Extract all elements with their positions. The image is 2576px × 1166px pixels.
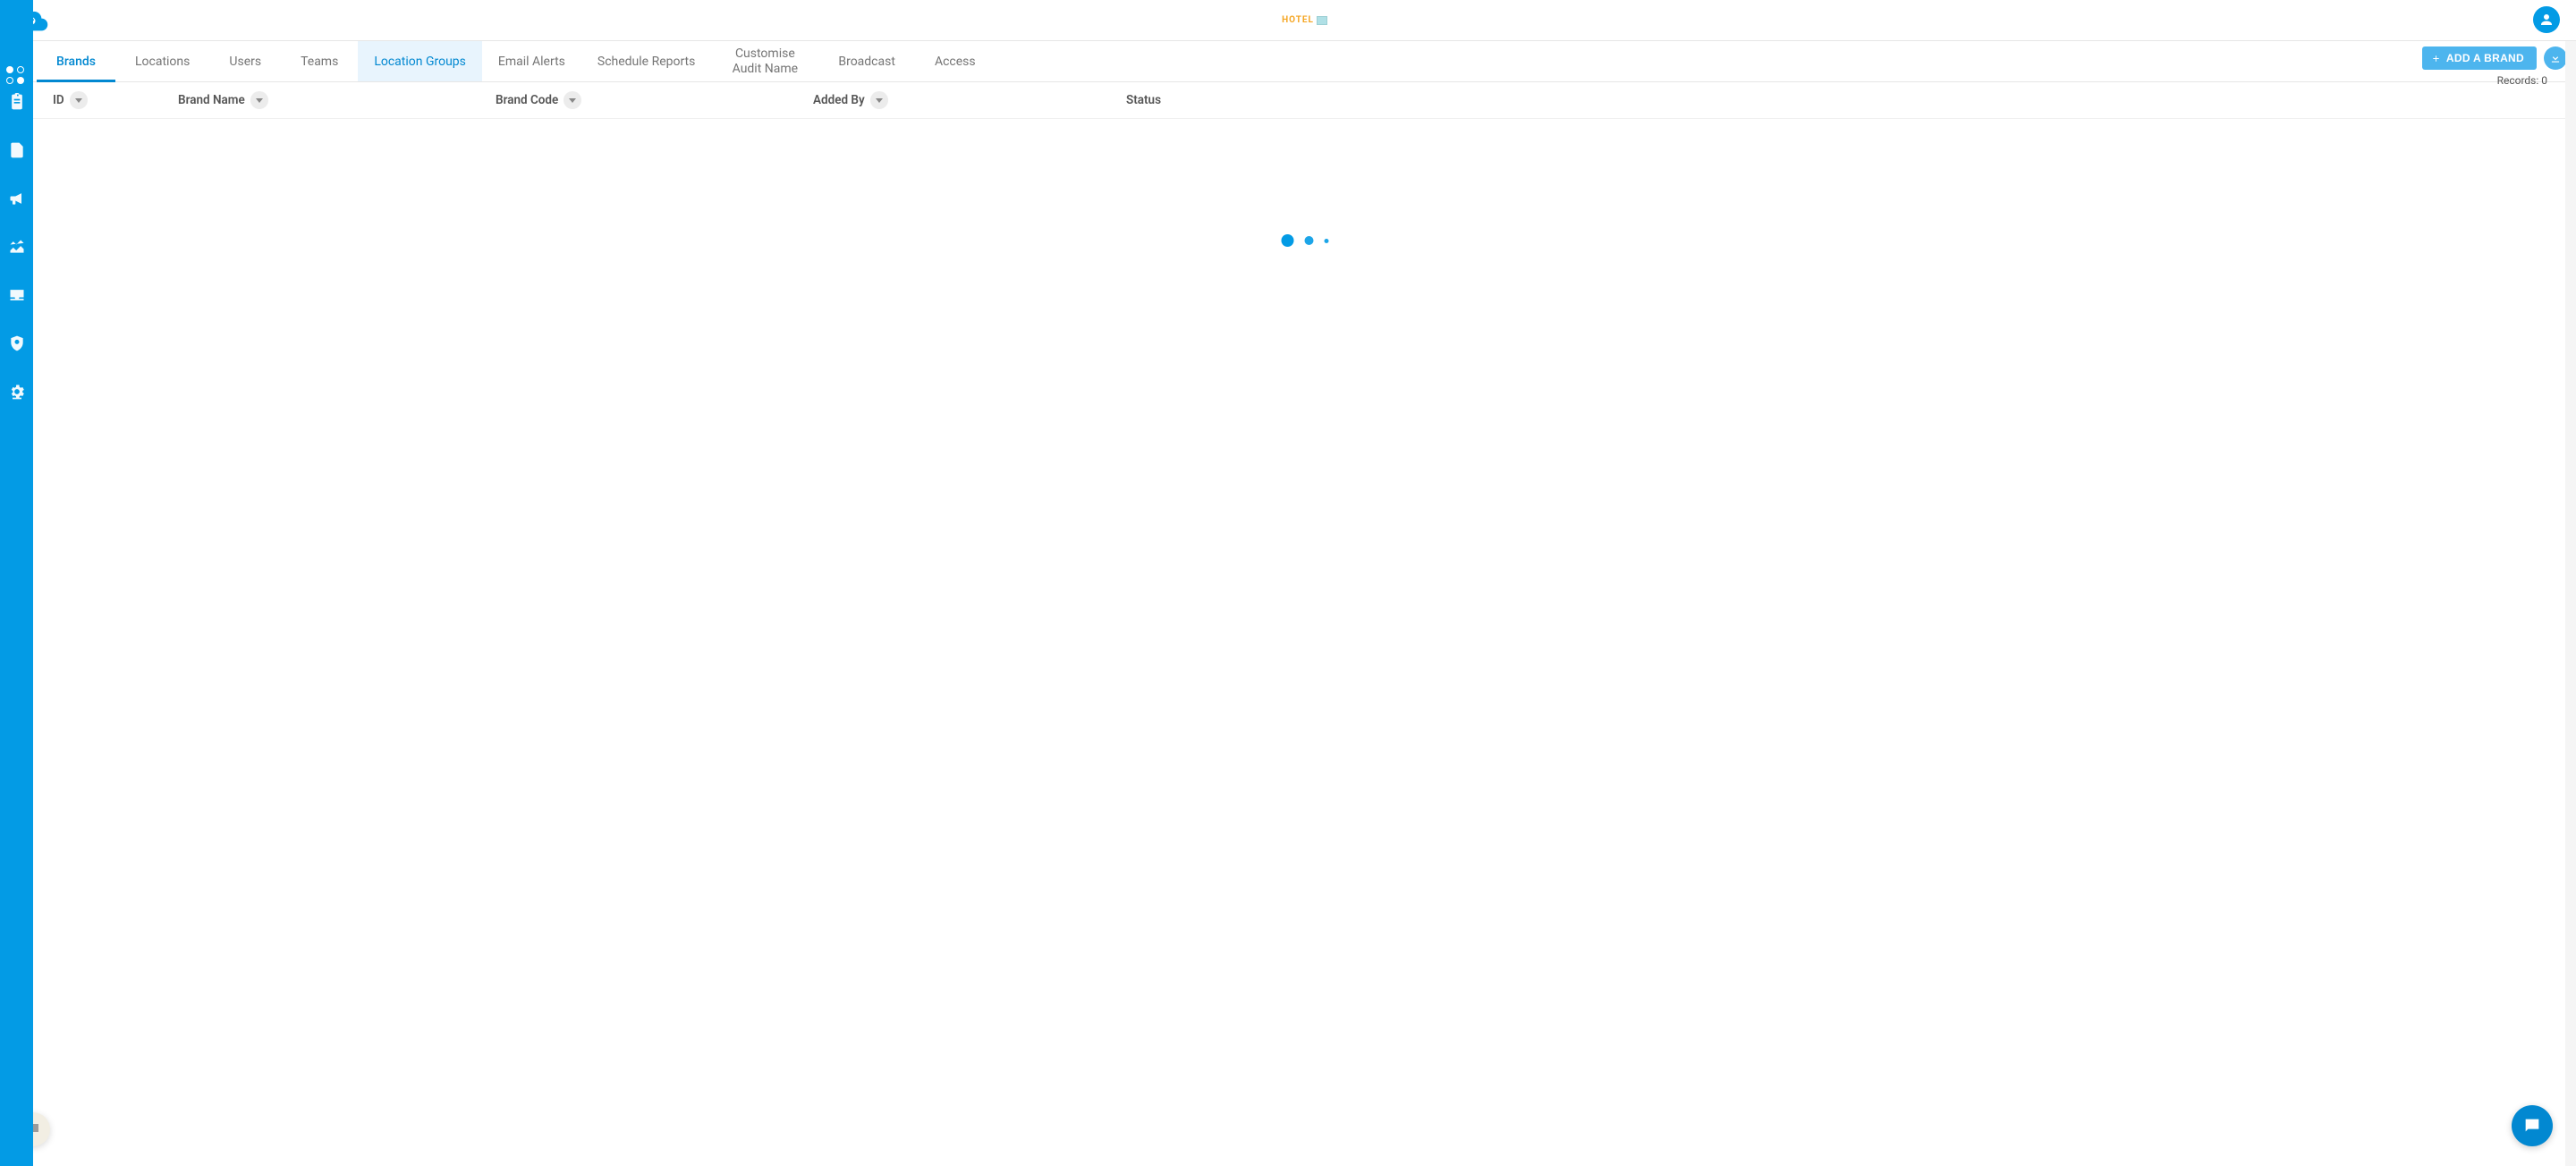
column-header-label: Brand Code	[496, 93, 558, 107]
tab-brands[interactable]: Brands	[37, 41, 115, 81]
tab-locations[interactable]: Locations	[115, 41, 209, 81]
sidebar-megaphone-icon[interactable]	[8, 190, 26, 207]
tab-customise-audit-name[interactable]: Customise Audit Name	[711, 41, 818, 81]
sidebar-document-icon[interactable]	[8, 141, 26, 159]
column-header-label: Added By	[813, 93, 865, 107]
sort-icon[interactable]	[870, 91, 888, 109]
tab-users[interactable]: Users	[209, 41, 281, 81]
tab-label: Teams	[301, 55, 338, 69]
subnav-tabs: Brands Locations Users Teams Location Gr…	[33, 41, 2576, 82]
topbar: HOTEL	[0, 0, 2576, 41]
sidebar-inbox-icon[interactable]	[8, 286, 26, 304]
chat-icon	[2522, 1116, 2542, 1136]
tab-label: Locations	[135, 55, 190, 69]
column-header-status[interactable]: Status	[1126, 91, 2576, 109]
tab-location-groups[interactable]: Location Groups	[358, 41, 482, 81]
column-header-brand-name[interactable]: Brand Name	[178, 91, 496, 109]
sidebar-clipboard-icon[interactable]	[8, 93, 26, 111]
sidebar	[0, 0, 33, 1166]
brand-title: HOTEL	[1282, 15, 1327, 25]
tab-label: Email Alerts	[498, 55, 565, 69]
column-header-id[interactable]: ID	[53, 91, 178, 109]
add-brand-button-label: ADD A BRAND	[2446, 52, 2524, 64]
download-button[interactable]	[2544, 46, 2567, 70]
sort-icon[interactable]	[250, 91, 268, 109]
tab-label: Broadcast	[838, 55, 895, 69]
column-header-added-by[interactable]: Added By	[813, 91, 1126, 109]
column-header-label: Status	[1126, 93, 1161, 107]
add-brand-button[interactable]: ADD A BRAND	[2422, 46, 2537, 70]
sidebar-shield-icon[interactable]	[8, 334, 26, 352]
sidebar-settings-icon[interactable]	[8, 383, 26, 401]
loading-spinner-icon	[1281, 234, 1328, 247]
download-icon	[2549, 52, 2562, 64]
profile-avatar-button[interactable]	[2533, 6, 2560, 33]
brand-title-text: HOTEL	[1282, 15, 1314, 25]
tab-label: Users	[229, 55, 261, 69]
column-header-brand-code[interactable]: Brand Code	[496, 91, 813, 109]
tab-label: Schedule Reports	[597, 55, 695, 69]
tab-access[interactable]: Access	[915, 41, 996, 81]
tab-label: Brands	[56, 55, 96, 69]
scrollbar-track[interactable]	[2565, 41, 2576, 1166]
tab-label: Access	[935, 55, 976, 69]
chat-fab-button[interactable]	[2512, 1105, 2553, 1146]
tab-label: Location Groups	[374, 55, 466, 69]
plus-icon	[2431, 54, 2441, 63]
tab-label: Customise Audit Name	[727, 46, 802, 75]
tab-email-alerts[interactable]: Email Alerts	[482, 41, 581, 81]
table-header-row: ID Brand Name Brand Code Added By Status	[33, 82, 2576, 119]
column-header-label: Brand Name	[178, 93, 245, 107]
tab-schedule-reports[interactable]: Schedule Reports	[581, 41, 711, 81]
brand-title-icon	[1317, 16, 1327, 25]
sort-icon[interactable]	[564, 91, 581, 109]
content-area: ID Brand Name Brand Code Added By Status	[33, 82, 2576, 1166]
tab-broadcast[interactable]: Broadcast	[818, 41, 915, 81]
app-switcher-icon[interactable]	[6, 66, 25, 85]
sort-icon[interactable]	[70, 91, 88, 109]
column-header-label: ID	[53, 93, 64, 107]
sidebar-chart-icon[interactable]	[8, 238, 26, 256]
tab-teams[interactable]: Teams	[281, 41, 358, 81]
